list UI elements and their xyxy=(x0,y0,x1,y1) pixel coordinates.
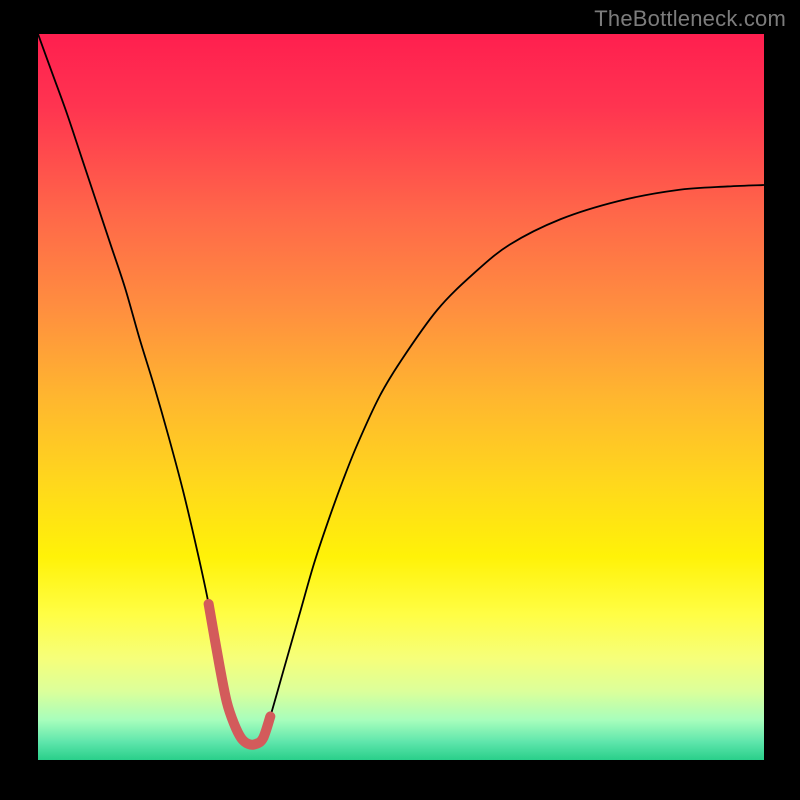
watermark-text: TheBottleneck.com xyxy=(594,6,786,32)
chart-frame: TheBottleneck.com xyxy=(0,0,800,800)
chart-svg xyxy=(0,0,800,800)
plot-background xyxy=(38,34,764,760)
